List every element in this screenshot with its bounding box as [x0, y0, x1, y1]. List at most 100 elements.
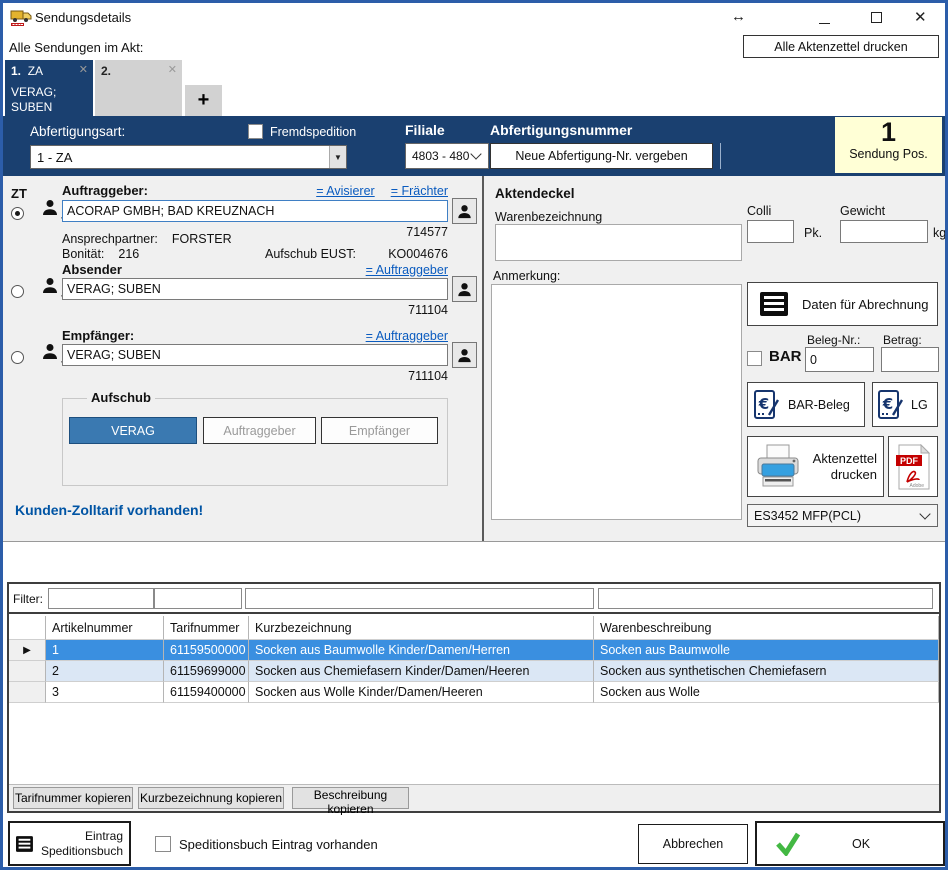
filter-warenbeschreibung-input[interactable]	[598, 588, 933, 609]
empfaenger-person-button[interactable]	[452, 342, 477, 368]
auftraggeber-label: Auftraggeber:	[62, 183, 148, 198]
minimize-icon	[819, 23, 830, 25]
filter-row: Filter:	[9, 584, 939, 614]
warenbezeichnung-label: Warenbezeichnung	[495, 210, 602, 224]
col-artikelnummer: Artikelnummer	[46, 616, 164, 640]
green-check-icon	[775, 832, 801, 856]
filter-label: Filter:	[13, 592, 43, 606]
speditionsbuch-checkbox[interactable]	[155, 836, 171, 852]
warenbezeichnung-textarea[interactable]	[495, 224, 742, 261]
bar-beleg-button[interactable]: € BAR-Beleg	[747, 382, 865, 427]
add-shipment-tab-button[interactable]: +	[185, 85, 222, 116]
filiale-value: 4803 - 480	[412, 149, 469, 163]
abfertigungsart-dropdown-arrow-icon[interactable]: ▼	[329, 146, 346, 168]
betrag-input[interactable]	[881, 347, 939, 372]
aufschub-group: Aufschub VERAG Auftraggeber Empfänger	[62, 398, 448, 486]
person-icon	[457, 348, 472, 363]
book-lines-icon	[16, 832, 33, 856]
copy-beschreibung-button[interactable]: Beschreibung kopieren	[292, 787, 409, 809]
filter-artikelnummer-input[interactable]	[48, 588, 154, 609]
filiale-select[interactable]: 4803 - 480	[405, 143, 489, 169]
avisierer-link[interactable]: = Avisierer	[316, 184, 374, 198]
fraechter-link[interactable]: = Frächter	[391, 184, 448, 198]
table-row[interactable]: 2 61159699000 Socken aus Chemiefasern Ki…	[9, 661, 939, 682]
col-tarifnummer: Tarifnummer	[164, 616, 249, 640]
aufschub-auftraggeber-button[interactable]: Auftraggeber	[203, 417, 316, 444]
filter-kurzbezeichnung-input[interactable]	[245, 588, 594, 609]
empfaenger-radio[interactable]	[11, 351, 24, 364]
empfaenger-auftraggeber-link[interactable]: = Auftraggeber	[366, 329, 448, 343]
table-row[interactable]: 3 61159400000 Socken aus Wolle Kinder/Da…	[9, 682, 939, 703]
betrag-label: Betrag:	[883, 333, 922, 347]
close-button[interactable]: ✕	[914, 8, 927, 26]
maximize-button[interactable]	[871, 10, 882, 27]
print-all-aktenzettel-button[interactable]: Alle Aktenzettel drucken	[743, 35, 939, 58]
pdf-export-button[interactable]: PDF Adobe	[888, 436, 938, 497]
svg-text:PDF: PDF	[900, 456, 919, 466]
zt-label: ZT	[11, 186, 27, 201]
minimize-button[interactable]	[819, 11, 830, 28]
row-selector-arrow[interactable]: ▶	[9, 640, 46, 661]
printer-select[interactable]: ES3452 MFP(PCL)	[747, 504, 938, 527]
lg-button[interactable]: € LG	[872, 382, 938, 427]
gewicht-input[interactable]	[840, 220, 928, 243]
tab-1-line2: VERAG;	[11, 85, 87, 100]
titlebar: Sendungsdetails ↔ ✕	[3, 3, 945, 31]
absender-radio[interactable]	[11, 285, 24, 298]
auftraggeber-radio[interactable]	[11, 207, 24, 220]
printer-chevron-down-icon	[919, 508, 930, 519]
anmerkung-textarea[interactable]	[491, 284, 742, 520]
colli-input[interactable]	[747, 220, 794, 243]
kunden-zolltarif-note: Kunden-Zolltarif vorhanden!	[15, 502, 203, 518]
beleg-nr-label: Beleg-Nr.:	[807, 333, 860, 347]
absender-person-button[interactable]	[452, 276, 477, 302]
aufschub-empfaenger-button[interactable]: Empfänger	[321, 417, 438, 444]
filter-tarifnummer-input[interactable]	[154, 588, 242, 609]
selector-column-header	[9, 616, 46, 640]
abfertigungsart-select[interactable]: 1 - ZA ▼	[30, 145, 347, 169]
fremdspedition-checkbox[interactable]	[248, 124, 263, 139]
pdf-icon: PDF Adobe	[895, 444, 931, 490]
bar-label: BAR	[769, 348, 802, 365]
aufschub-eust-label: Aufschub EUST:	[265, 247, 356, 261]
absender-auftraggeber-link[interactable]: = Auftraggeber	[366, 263, 448, 277]
shipment-tab-2[interactable]: ✕ 2.	[95, 60, 182, 116]
eintrag-speditionsbuch-button[interactable]: Eintrag Speditionsbuch	[8, 821, 131, 866]
new-abfertigung-nr-button[interactable]: Neue Abfertigung-Nr. vergeben	[490, 143, 713, 169]
filiale-chevron-down-icon	[470, 148, 481, 159]
aufschub-verag-button[interactable]: VERAG	[69, 417, 197, 444]
tab-2-close-icon[interactable]: ✕	[168, 63, 177, 78]
parties-panel: ZT + Auftraggeber: = Avisierer = Frächte…	[3, 176, 484, 541]
copy-tarifnummer-button[interactable]: Tarifnummer kopieren	[13, 787, 133, 809]
printer-select-value: ES3452 MFP(PCL)	[754, 509, 861, 523]
table-row[interactable]: ▶ 1 61159500000 Socken aus Baumwolle Kin…	[9, 640, 939, 661]
ok-button[interactable]: OK	[755, 821, 945, 866]
col-warenbeschreibung: Warenbeschreibung	[594, 616, 939, 640]
tab-1-close-icon[interactable]: ✕	[79, 63, 88, 78]
auftraggeber-person-button[interactable]	[452, 198, 477, 224]
tab-1-type: ZA	[28, 64, 43, 78]
empfaenger-input[interactable]	[62, 344, 448, 366]
aktenzettel-drucken-button[interactable]: Aktenzettel drucken	[747, 436, 884, 497]
dispatch-bar: Abfertigungsart: 1 - ZA ▼ Fremdspedition…	[3, 116, 945, 176]
resize-icon[interactable]: ↔	[731, 8, 746, 25]
gewicht-label: Gewicht	[840, 204, 885, 218]
ansprechpartner-label: Ansprechpartner:	[62, 232, 158, 246]
svg-text:€: €	[758, 395, 769, 413]
colli-label: Colli	[747, 204, 771, 218]
list-lines-icon	[760, 292, 788, 316]
auftraggeber-input[interactable]	[62, 200, 448, 222]
shipments-in-file-label: Alle Sendungen im Akt:	[9, 40, 143, 55]
position-count-box: 1 Sendung Pos.	[835, 117, 942, 173]
daten-fuer-abrechnung-button[interactable]: Daten für Abrechnung	[747, 282, 938, 326]
absender-input[interactable]	[62, 278, 448, 300]
empfaenger-number: 711104	[62, 369, 448, 383]
colli-unit-label: Pk.	[804, 226, 822, 240]
bonitaet-label: Bonität:	[62, 247, 104, 261]
shipment-tab-1[interactable]: ✕ 1. ZA VERAG; SUBEN	[5, 60, 93, 116]
bar-checkbox[interactable]	[747, 351, 762, 366]
cancel-button[interactable]: Abbrechen	[638, 824, 748, 864]
beleg-nr-input[interactable]	[805, 347, 874, 372]
copy-kurzbezeichnung-button[interactable]: Kurzbezeichnung kopieren	[138, 787, 284, 809]
tab-1-number: 1.	[11, 64, 21, 78]
